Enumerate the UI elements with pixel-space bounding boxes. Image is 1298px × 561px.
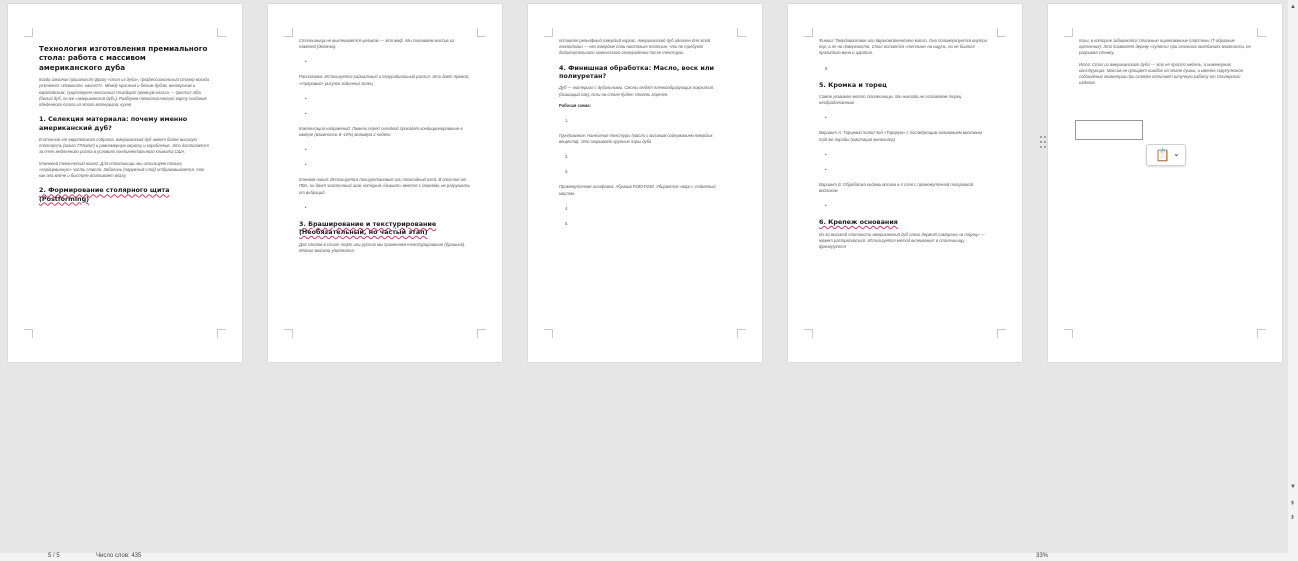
crop-mark xyxy=(284,329,293,338)
paragraph: Когда заказчик произносит фразу «стол из… xyxy=(39,77,210,108)
crop-mark xyxy=(477,329,486,338)
paragraph: Промежуточная шлифовка: Абразив P180-P24… xyxy=(559,184,716,196)
heading: 3. Браширование и текстурирование (Необя… xyxy=(299,219,437,237)
paragraph: Грунтование: Нанесение текстуры (масло с… xyxy=(559,133,713,145)
crop-mark xyxy=(1257,28,1266,37)
prev-page-icon[interactable]: ⇞ xyxy=(1290,500,1295,507)
heading: 4. Финишная обработка: Масло, воск или п… xyxy=(559,63,714,81)
crop-mark xyxy=(544,329,553,338)
paste-options-button[interactable]: 📋 ⌄ xyxy=(1146,144,1186,166)
paragraph: оставляя рельефный твердый каркас. Амери… xyxy=(559,38,711,56)
crop-mark xyxy=(1257,329,1266,338)
heading: 6. Крепеж основания xyxy=(819,218,898,227)
document-page-1[interactable]: Технология изготовления премиального сто… xyxy=(8,4,242,362)
paragraph: пазы, в которые забиваются стальные оцин… xyxy=(1079,38,1251,56)
paragraph: Самое уязвимое место столешницы. Мы нико… xyxy=(819,94,962,106)
list-bullet: • xyxy=(305,95,307,101)
list-number: 3. xyxy=(565,169,569,175)
paragraph: Для столов в стиле лофт или рустик мы пр… xyxy=(299,241,466,253)
list-bullet: • xyxy=(305,110,307,116)
paragraph: Вариант Б: Обработка кидами воском в 4 с… xyxy=(819,181,974,194)
crop-mark xyxy=(737,329,746,338)
crop-mark xyxy=(1064,28,1073,37)
crop-mark xyxy=(217,28,226,37)
crop-mark xyxy=(1064,329,1073,338)
list-bullet: • xyxy=(825,115,827,121)
chevron-down-icon: ⌄ xyxy=(1173,149,1180,158)
paragraph: Клеевая линия: Используется полиуретанов… xyxy=(299,177,471,195)
clipboard-icon: 📋 xyxy=(1155,148,1170,162)
scroll-up-icon[interactable]: ▲ xyxy=(1290,4,1296,10)
list-bullet: • xyxy=(305,162,307,168)
list-bullet: • xyxy=(305,59,307,65)
paragraph: Финиш: Твердовосковое или двухкомпонентн… xyxy=(819,38,987,56)
crop-mark xyxy=(284,28,293,37)
crop-mark xyxy=(804,329,813,338)
list-number: 1. xyxy=(565,118,569,124)
list-bullet: • xyxy=(825,203,827,209)
word-count[interactable]: Число слов: 435 xyxy=(96,552,141,560)
list-number: 4. xyxy=(565,205,569,211)
list-number: 5. xyxy=(565,220,569,226)
paragraph: В отличие от европейского собрата, амери… xyxy=(39,137,209,155)
paragraph: Из-за высокой плотности американский дуб… xyxy=(819,231,985,250)
crop-mark xyxy=(544,28,553,37)
document-page-5[interactable]: пазы, в которые забиваются стальные оцин… xyxy=(1048,4,1282,362)
crop-mark xyxy=(997,329,1006,338)
crop-mark xyxy=(24,329,33,338)
heading: 2. Формирование столярного щита (Postfor… xyxy=(39,186,170,203)
vertical-scrollbar[interactable]: ▲ ▼ ⇞ ⇟ xyxy=(1288,0,1298,553)
paragraph: Итог: Стол из американского дуба — это н… xyxy=(1079,61,1244,86)
list-bullet: • xyxy=(825,166,827,172)
status-bar: 5 / 5 Число слов: 435 33% xyxy=(0,553,1298,561)
paragraph: Распиловка: Используется радиальный и по… xyxy=(299,74,470,86)
crop-mark xyxy=(217,329,226,338)
scroll-down-icon[interactable]: ▼ xyxy=(1290,484,1296,490)
drag-handle-icon[interactable] xyxy=(1040,136,1048,150)
document-page-2[interactable]: Столешница не выклеивается целиком — это… xyxy=(268,4,502,362)
table-selection-outline[interactable] xyxy=(1075,120,1143,140)
paragraph: Компенсация напряжений: Ламели перед скл… xyxy=(299,125,463,138)
crop-mark xyxy=(24,28,33,37)
document-canvas: Технология изготовления премиального сто… xyxy=(0,0,1288,553)
paragraph: Вариант А: Торцевой пилой под «Торцеую» … xyxy=(819,130,982,142)
list-bullet: • xyxy=(305,204,307,210)
paragraph: Рабочая схема: xyxy=(559,102,592,108)
zoom-level[interactable]: 33% xyxy=(1036,552,1048,560)
paragraph: Дуб — материал с дубильными. Смолы любят… xyxy=(559,85,714,97)
list-bullet: • xyxy=(825,151,827,157)
document-title: Технология изготовления премиального сто… xyxy=(39,44,208,72)
crop-mark xyxy=(737,28,746,37)
list-bullet: • xyxy=(305,147,307,153)
crop-mark xyxy=(804,28,813,37)
heading: 1. Селекция материала: почему именно аме… xyxy=(39,115,188,132)
list-number: 6. xyxy=(825,65,829,71)
heading: 5. Кромка и торец xyxy=(819,80,887,89)
crop-mark xyxy=(477,28,486,37)
page-indicator[interactable]: 5 / 5 xyxy=(48,552,60,560)
paragraph: Столешница не выклеивается целиком — это… xyxy=(299,38,455,50)
next-page-icon[interactable]: ⇟ xyxy=(1290,514,1295,521)
paragraph: Ключевой технический нюанс: Для столешни… xyxy=(39,160,204,179)
crop-mark xyxy=(997,28,1006,37)
list-number: 2. xyxy=(565,154,569,160)
document-page-4[interactable]: Финиш: Твердовосковое или двухкомпонентн… xyxy=(788,4,1022,362)
document-page-3[interactable]: оставляя рельефный твердый каркас. Амери… xyxy=(528,4,762,362)
